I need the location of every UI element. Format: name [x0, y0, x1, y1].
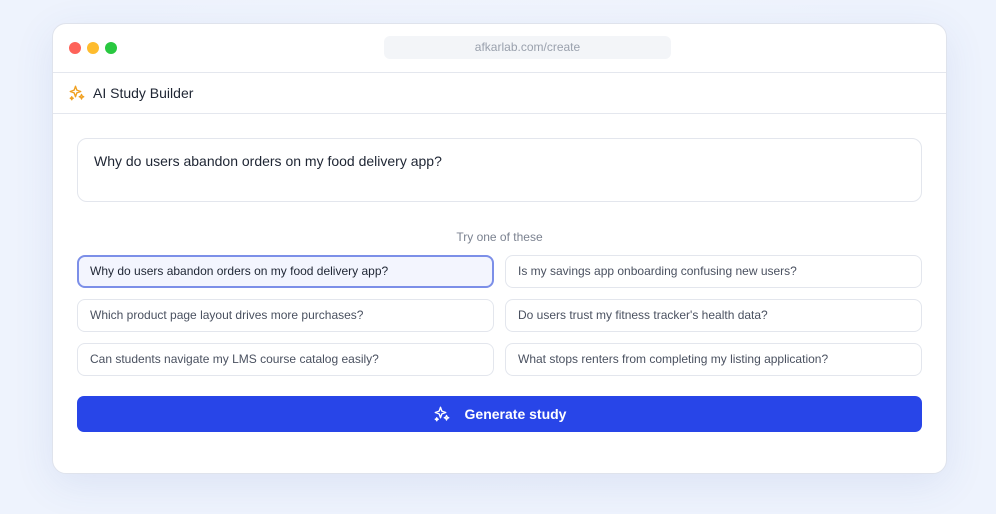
minimize-window-button[interactable]	[87, 42, 99, 54]
maximize-window-button[interactable]	[105, 42, 117, 54]
suggestion-chip[interactable]: Can students navigate my LMS course cata…	[77, 343, 494, 376]
suggestion-chip[interactable]: Why do users abandon orders on my food d…	[77, 255, 494, 288]
suggestions-grid: Why do users abandon orders on my food d…	[77, 255, 922, 376]
close-window-button[interactable]	[69, 42, 81, 54]
suggestion-chip[interactable]: Is my savings app onboarding confusing n…	[505, 255, 922, 288]
suggestion-chip[interactable]: What stops renters from completing my li…	[505, 343, 922, 376]
suggestion-chip[interactable]: Do users trust my fitness tracker's heal…	[505, 299, 922, 332]
generate-study-label: Generate study	[464, 406, 567, 422]
browser-titlebar: afkarlab.com/create	[53, 24, 946, 73]
sparkles-icon	[68, 84, 86, 102]
address-bar[interactable]: afkarlab.com/create	[384, 36, 671, 59]
suggestions-hint: Try one of these	[456, 230, 543, 244]
study-builder-content: Why do users abandon orders on my food d…	[53, 114, 946, 432]
study-prompt-input[interactable]: Why do users abandon orders on my food d…	[77, 138, 922, 202]
page-background: afkarlab.com/create AI Study Builder Why…	[0, 0, 996, 514]
browser-window: afkarlab.com/create AI Study Builder Why…	[52, 23, 947, 474]
app-title: AI Study Builder	[93, 85, 194, 101]
sparkles-icon	[433, 405, 451, 423]
app-header: AI Study Builder	[53, 73, 946, 114]
suggestion-chip[interactable]: Which product page layout drives more pu…	[77, 299, 494, 332]
generate-study-button[interactable]: Generate study	[77, 396, 922, 432]
